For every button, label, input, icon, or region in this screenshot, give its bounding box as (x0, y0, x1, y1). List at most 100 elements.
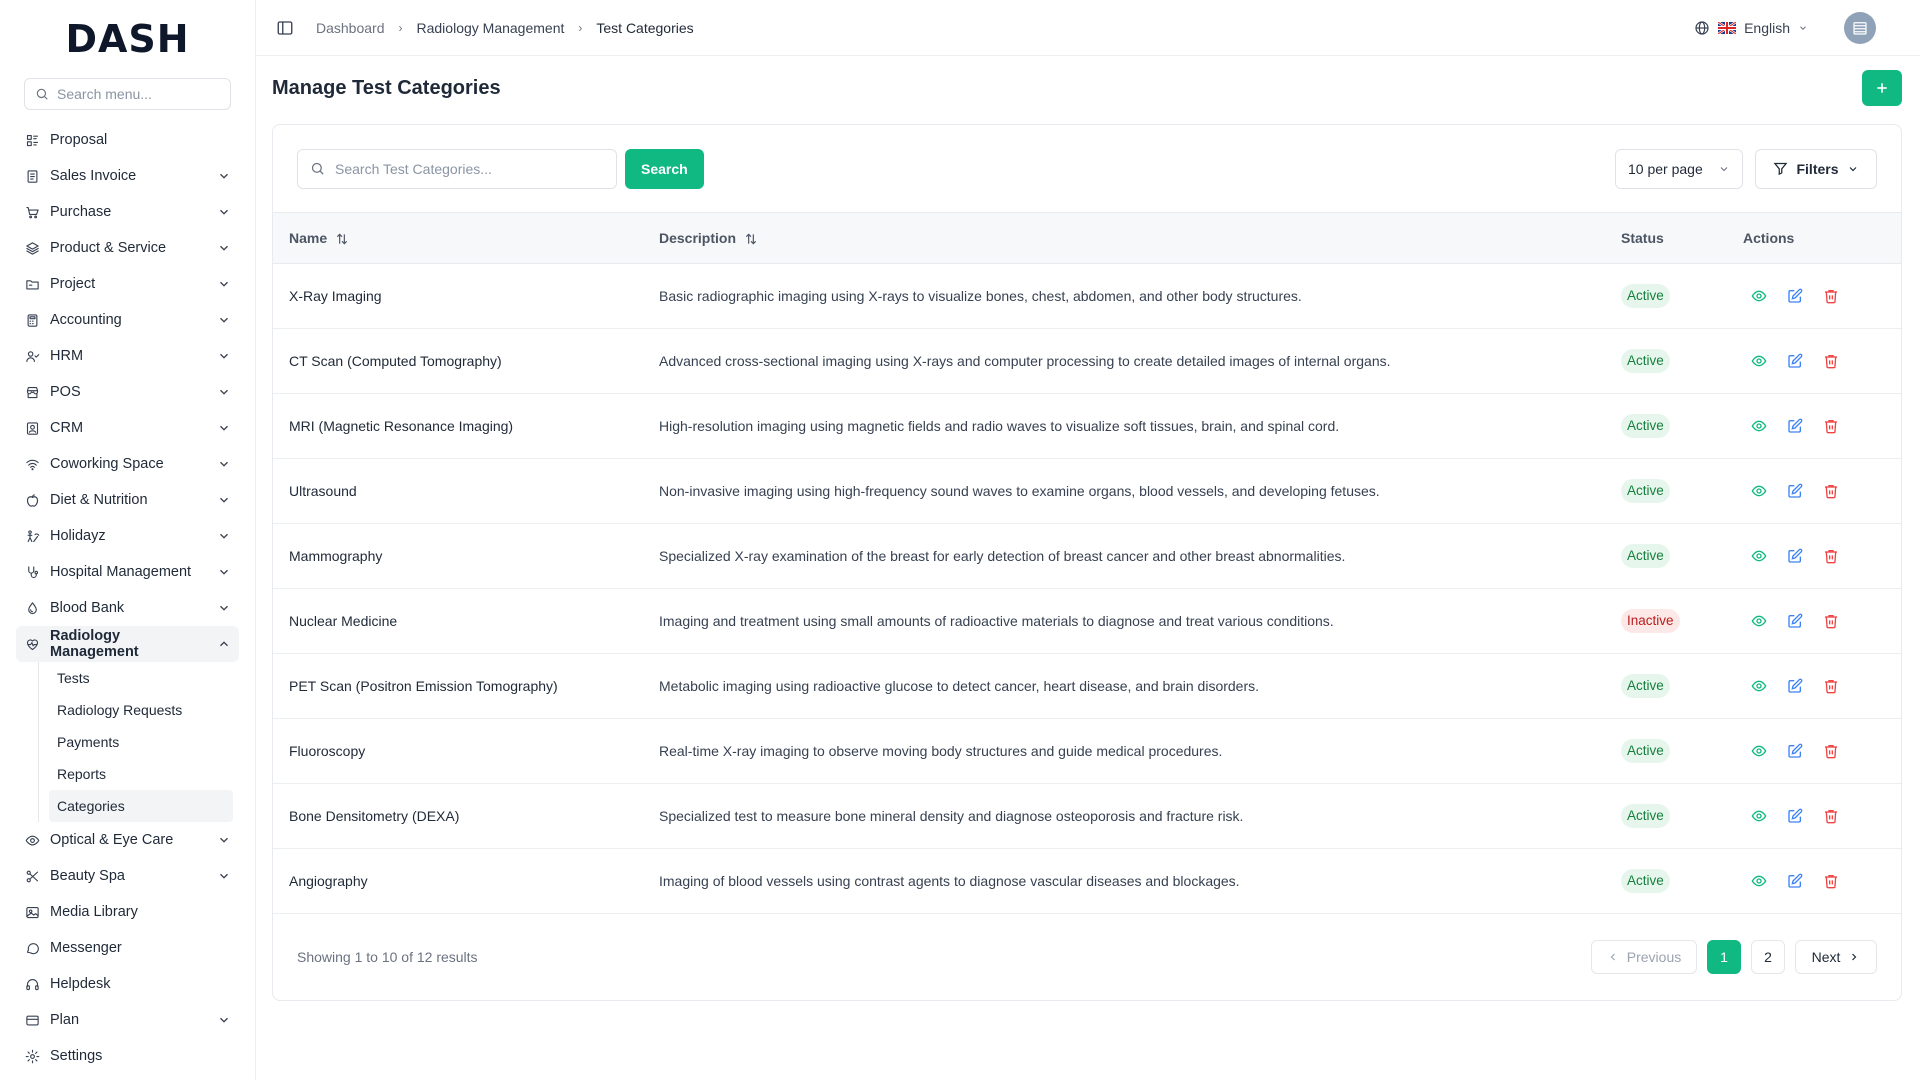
sidebar-item-pos[interactable]: POS (16, 374, 239, 410)
chevron-down-icon[interactable] (217, 349, 231, 363)
sidebar-item-beauty-spa[interactable]: Beauty Spa (16, 858, 239, 894)
chevron-down-icon[interactable] (217, 565, 231, 579)
submenu-item-tests[interactable]: Tests (49, 662, 233, 694)
sidebar-item-hospital-management[interactable]: Hospital Management (16, 554, 239, 590)
per-page-select[interactable]: 10 per page (1615, 148, 1743, 189)
page-1-button[interactable]: 1 (1707, 939, 1741, 974)
sidebar-item-coworking-space[interactable]: Coworking Space (16, 446, 239, 482)
chevron-down-icon[interactable] (217, 1013, 231, 1027)
edit-icon[interactable] (1787, 873, 1803, 889)
chevron-down-icon[interactable] (217, 601, 231, 615)
sidebar-item-messenger[interactable]: Messenger (16, 930, 239, 966)
delete-icon[interactable] (1823, 678, 1839, 694)
sidebar-toggle-icon[interactable] (276, 19, 294, 37)
view-icon[interactable] (1751, 548, 1767, 564)
sidebar-item-product-service[interactable]: Product & Service (16, 230, 239, 266)
delete-icon[interactable] (1823, 743, 1839, 759)
view-icon[interactable] (1751, 743, 1767, 759)
status-cell: Active (1605, 328, 1727, 394)
filters-button[interactable]: Filters (1755, 148, 1877, 189)
edit-icon[interactable] (1787, 548, 1803, 564)
breadcrumb-dashboard[interactable]: Dashboard (316, 20, 385, 36)
submenu-item-reports[interactable]: Reports (49, 758, 233, 790)
sidebar-item-blood-bank[interactable]: Blood Bank (16, 590, 239, 626)
previous-page-button[interactable]: Previous (1591, 939, 1697, 974)
sort-icon[interactable] (744, 232, 758, 246)
sidebar-item-media-library[interactable]: Media Library (16, 894, 239, 930)
chevron-down-icon[interactable] (217, 385, 231, 399)
delete-icon[interactable] (1823, 548, 1839, 564)
sidebar-item-crm[interactable]: CRM (16, 410, 239, 446)
chevron-down-icon[interactable] (217, 205, 231, 219)
view-icon[interactable] (1751, 873, 1767, 889)
sidebar-item-accounting[interactable]: Accounting (16, 302, 239, 338)
breadcrumb-radiology[interactable]: Radiology Management (417, 20, 565, 36)
actions-cell (1727, 263, 1901, 329)
edit-icon[interactable] (1787, 613, 1803, 629)
sidebar-item-project[interactable]: Project (16, 266, 239, 302)
sidebar-item-holidayz[interactable]: Holidayz (16, 518, 239, 554)
chevron-down-icon[interactable] (217, 833, 231, 847)
delete-icon[interactable] (1823, 613, 1839, 629)
chevron-down-icon[interactable] (217, 313, 231, 327)
chevron-down-icon[interactable] (217, 421, 231, 435)
edit-icon[interactable] (1787, 288, 1803, 304)
column-description[interactable]: Description (643, 213, 1605, 264)
sidebar-item-proposal[interactable]: Proposal (16, 122, 239, 158)
delete-icon[interactable] (1823, 873, 1839, 889)
category-search-input[interactable]: Search Test Categories... (335, 161, 492, 177)
edit-icon[interactable] (1787, 678, 1803, 694)
delete-icon[interactable] (1823, 353, 1839, 369)
language-selector[interactable]: English (1694, 20, 1808, 36)
sidebar-item-radiology-management[interactable]: Radiology Management (16, 626, 239, 662)
delete-icon[interactable] (1823, 288, 1839, 304)
sidebar-item-diet-nutrition[interactable]: Diet & Nutrition (16, 482, 239, 518)
search-button[interactable]: Search (625, 148, 704, 189)
edit-icon[interactable] (1787, 353, 1803, 369)
delete-icon[interactable] (1823, 808, 1839, 824)
chevron-up-icon[interactable] (217, 637, 231, 651)
view-icon[interactable] (1751, 483, 1767, 499)
sidebar-item-helpdesk[interactable]: Helpdesk (16, 966, 239, 1002)
sidebar-item-plan[interactable]: Plan (16, 1002, 239, 1038)
chevron-down-icon[interactable] (217, 869, 231, 883)
sort-icon[interactable] (335, 232, 349, 246)
chevron-down-icon[interactable] (217, 457, 231, 471)
view-icon[interactable] (1751, 418, 1767, 434)
edit-icon[interactable] (1787, 808, 1803, 824)
category-description: High-resolution imaging using magnetic f… (643, 393, 1605, 459)
view-icon[interactable] (1751, 353, 1767, 369)
sidebar-search[interactable]: Search menu... (24, 78, 231, 110)
chevron-down-icon[interactable] (217, 241, 231, 255)
table-row: Bone Densitometry (DEXA) Specialized test… (273, 783, 1901, 849)
sidebar-item-sales-invoice[interactable]: Sales Invoice (16, 158, 239, 194)
view-icon[interactable] (1751, 288, 1767, 304)
sidebar-item-hrm[interactable]: HRM (16, 338, 239, 374)
chevron-down-icon[interactable] (217, 529, 231, 543)
delete-icon[interactable] (1823, 418, 1839, 434)
edit-icon[interactable] (1787, 743, 1803, 759)
view-icon[interactable] (1751, 678, 1767, 694)
chevron-down-icon[interactable] (217, 169, 231, 183)
column-name[interactable]: Name (273, 213, 643, 264)
submenu-item-radiology-requests[interactable]: Radiology Requests (49, 694, 233, 726)
sidebar-search-input[interactable]: Search menu... (57, 86, 152, 102)
submenu-item-payments[interactable]: Payments (49, 726, 233, 758)
logo[interactable]: DASH (16, 0, 239, 78)
delete-icon[interactable] (1823, 483, 1839, 499)
view-icon[interactable] (1751, 808, 1767, 824)
submenu-item-categories[interactable]: Categories (49, 790, 233, 822)
add-category-button[interactable] (1862, 70, 1902, 106)
sidebar-item-optical-eye-care[interactable]: Optical & Eye Care (16, 822, 239, 858)
edit-icon[interactable] (1787, 483, 1803, 499)
edit-icon[interactable] (1787, 418, 1803, 434)
category-search-field[interactable]: Search Test Categories... (297, 148, 617, 189)
chevron-down-icon[interactable] (217, 493, 231, 507)
view-icon[interactable] (1751, 613, 1767, 629)
user-avatar[interactable] (1844, 11, 1876, 44)
sidebar-item-purchase[interactable]: Purchase (16, 194, 239, 230)
next-page-button[interactable]: Next (1795, 939, 1877, 974)
sidebar-item-settings[interactable]: Settings (16, 1038, 239, 1074)
chevron-down-icon[interactable] (217, 277, 231, 291)
page-2-button[interactable]: 2 (1751, 939, 1785, 974)
